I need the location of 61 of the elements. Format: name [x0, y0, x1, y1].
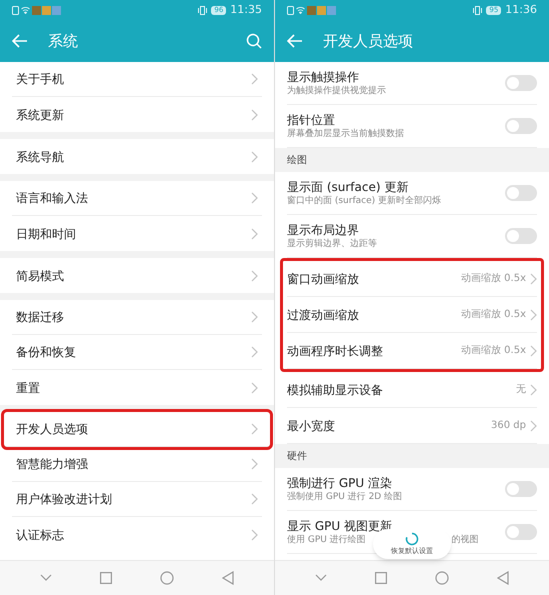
back-arrow-icon[interactable] [287, 34, 303, 48]
clock-time: 11:36 [505, 2, 537, 18]
settings-item[interactable]: 日期和时间 [12, 216, 262, 251]
triangle-back-icon[interactable] [497, 571, 509, 585]
chevron-down-icon[interactable] [40, 574, 52, 582]
chevron-down-icon[interactable] [315, 574, 327, 582]
screen-title: 系统 [48, 30, 79, 52]
toggle-switch[interactable] [505, 481, 537, 497]
settings-item[interactable]: 开发人员选项 [4, 412, 270, 447]
sim-icon [12, 6, 19, 14]
settings-item[interactable]: 用户体验改进计划 [12, 482, 262, 517]
chevron-right-icon [251, 493, 258, 505]
chevron-right-icon [530, 420, 537, 432]
settings-item[interactable]: 语言和输入法 [12, 181, 262, 216]
wifi-icon [21, 6, 30, 14]
section-header: 硬件 [287, 450, 307, 464]
toggle-switch[interactable] [505, 118, 537, 134]
spinner-icon [405, 532, 419, 546]
vibrate-icon [473, 6, 482, 14]
chevron-right-icon [530, 308, 537, 320]
circle-icon[interactable] [160, 571, 174, 585]
chevron-right-icon [251, 228, 258, 240]
notification-icons [307, 6, 337, 14]
settings-item[interactable]: 智慧能力增强 [12, 447, 262, 482]
chevron-right-icon [530, 272, 537, 284]
chevron-right-icon [251, 270, 258, 282]
settings-item[interactable]: 系统更新 [12, 97, 262, 132]
chevron-right-icon [251, 73, 258, 85]
chevron-right-icon [251, 423, 258, 435]
chevron-right-icon [530, 384, 537, 396]
chevron-right-icon [251, 458, 258, 470]
settings-item[interactable]: 重置 [12, 370, 262, 405]
circle-icon[interactable] [435, 571, 449, 585]
chevron-right-icon [251, 150, 258, 162]
section-header: 绘图 [287, 154, 307, 168]
chevron-right-icon [251, 311, 258, 323]
sim-icon [287, 6, 294, 14]
toggle-switch[interactable] [505, 75, 537, 91]
clock-time: 11:35 [230, 2, 262, 18]
chevron-right-icon [251, 108, 258, 120]
notification-icons [32, 6, 62, 14]
settings-item[interactable]: 备份和恢复 [12, 335, 262, 370]
toggle-switch[interactable] [505, 228, 537, 244]
search-icon[interactable] [246, 33, 262, 49]
chevron-right-icon [251, 382, 258, 394]
chevron-right-icon [251, 346, 258, 358]
settings-item[interactable]: 认证标志 [12, 517, 262, 552]
chevron-right-icon [251, 528, 258, 540]
square-icon[interactable] [375, 572, 387, 584]
triangle-back-icon[interactable] [222, 571, 234, 585]
square-icon[interactable] [100, 572, 112, 584]
toggle-switch[interactable] [505, 524, 537, 540]
screen-title: 开发人员选项 [323, 30, 414, 52]
vibrate-icon [198, 6, 208, 14]
settings-item[interactable]: 关于手机 [12, 62, 262, 97]
chevron-right-icon [530, 344, 537, 356]
settings-item[interactable]: 数据迁移 [12, 300, 262, 335]
back-arrow-icon[interactable] [12, 34, 28, 48]
toggle-switch[interactable] [505, 185, 537, 201]
wifi-icon [296, 6, 305, 14]
chevron-right-icon [251, 192, 258, 204]
